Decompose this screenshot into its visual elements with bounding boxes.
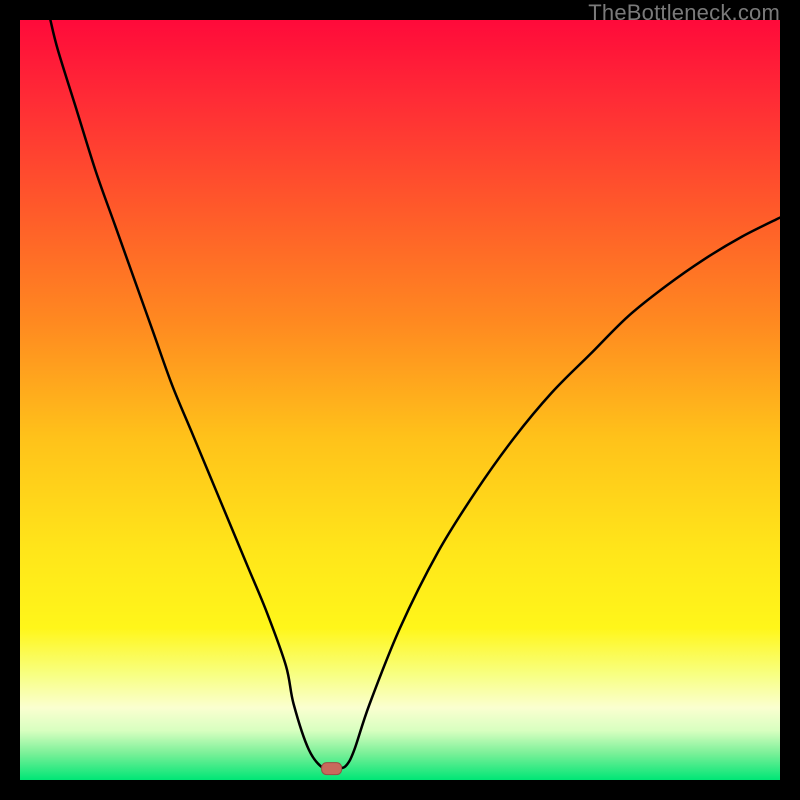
bottleneck-chart	[20, 20, 780, 780]
chart-background	[20, 20, 780, 780]
optimal-point-marker	[322, 763, 342, 775]
chart-frame	[20, 20, 780, 780]
